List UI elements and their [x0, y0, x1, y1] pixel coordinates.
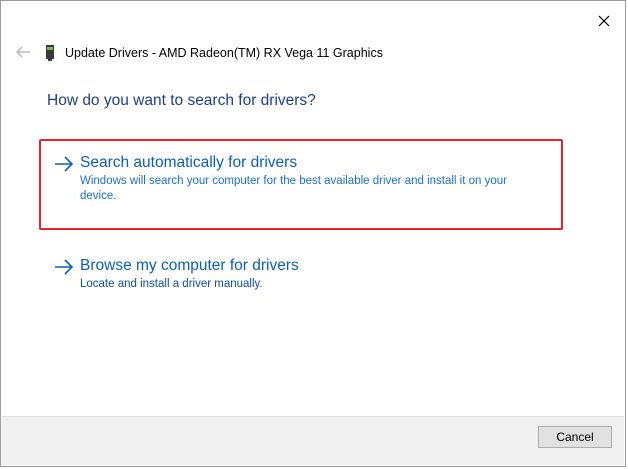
- dialog-title: Update Drivers - AMD Radeon(TM) RX Vega …: [65, 46, 383, 60]
- cancel-button[interactable]: Cancel: [538, 426, 612, 448]
- search-automatically-option[interactable]: Search automatically for drivers Windows…: [53, 152, 510, 204]
- arrow-right-icon: [55, 156, 74, 172]
- browse-computer-description: Locate and install a driver manually.: [80, 278, 263, 290]
- search-automatically-description: Windows will search your computer for th…: [80, 175, 507, 202]
- arrow-right-icon: [55, 259, 74, 275]
- back-button[interactable]: [13, 42, 33, 62]
- update-drivers-dialog: Update Drivers - AMD Radeon(TM) RX Vega …: [0, 0, 626, 467]
- page-heading: How do you want to search for drivers?: [47, 92, 316, 109]
- close-button[interactable]: [589, 7, 619, 35]
- dialog-footer: Cancel: [2, 416, 624, 465]
- display-adapter-icon: [46, 45, 54, 61]
- dialog-title-bar: Update Drivers - AMD Radeon(TM) RX Vega …: [45, 43, 383, 63]
- search-automatically-label: Search automatically for drivers: [80, 154, 298, 171]
- close-icon: [598, 15, 610, 27]
- browse-computer-label: Browse my computer for drivers: [80, 257, 299, 274]
- browse-computer-option[interactable]: Browse my computer for drivers Locate an…: [53, 255, 299, 292]
- back-arrow-icon: [16, 46, 30, 58]
